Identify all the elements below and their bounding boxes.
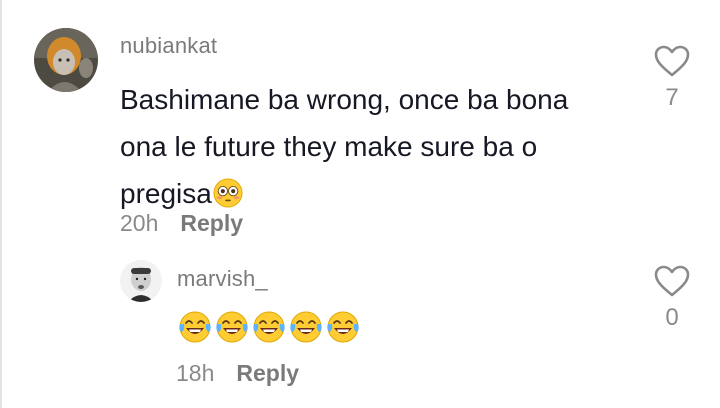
face-with-tears-of-joy-icon <box>179 311 211 343</box>
comment-text-body: Bashimane ba wrong, once ba bona ona le … <box>120 84 569 209</box>
reply-emoji-text <box>178 310 360 344</box>
reply-username[interactable]: marvish_ <box>177 266 268 292</box>
like-count: 7 <box>665 84 679 111</box>
reply-meta: 18h Reply <box>176 360 299 387</box>
user-photo <box>120 260 162 302</box>
reply-timestamp: 18h <box>176 360 215 386</box>
comment-timestamp: 20h <box>120 210 159 236</box>
like-button[interactable]: 7 <box>652 44 692 112</box>
comment-meta: 20h Reply <box>120 210 243 237</box>
reply-button[interactable]: Reply <box>236 360 299 387</box>
avatar[interactable] <box>34 28 98 92</box>
reply-avatar[interactable] <box>120 260 162 302</box>
reply-button[interactable]: Reply <box>180 210 243 237</box>
reply-like-button[interactable]: 0 <box>652 264 692 332</box>
user-photo <box>34 28 98 92</box>
reply-like-count: 0 <box>665 304 679 331</box>
comment-text: Bashimane ba wrong, once ba bona ona le … <box>120 76 620 217</box>
face-with-tears-of-joy-icon <box>290 311 322 343</box>
face-with-tears-of-joy-icon <box>327 311 359 343</box>
heart-outline-icon <box>654 45 690 77</box>
comment-username[interactable]: nubiankat <box>120 33 217 59</box>
face-with-tears-of-joy-icon <box>216 311 248 343</box>
face-with-tears-of-joy-icon <box>253 311 285 343</box>
flushed-face-icon <box>213 178 243 208</box>
heart-outline-icon <box>654 265 690 297</box>
panel-edge-divider <box>0 0 2 408</box>
comment-thread: nubiankat Bashimane ba wrong, once ba bo… <box>0 0 720 408</box>
